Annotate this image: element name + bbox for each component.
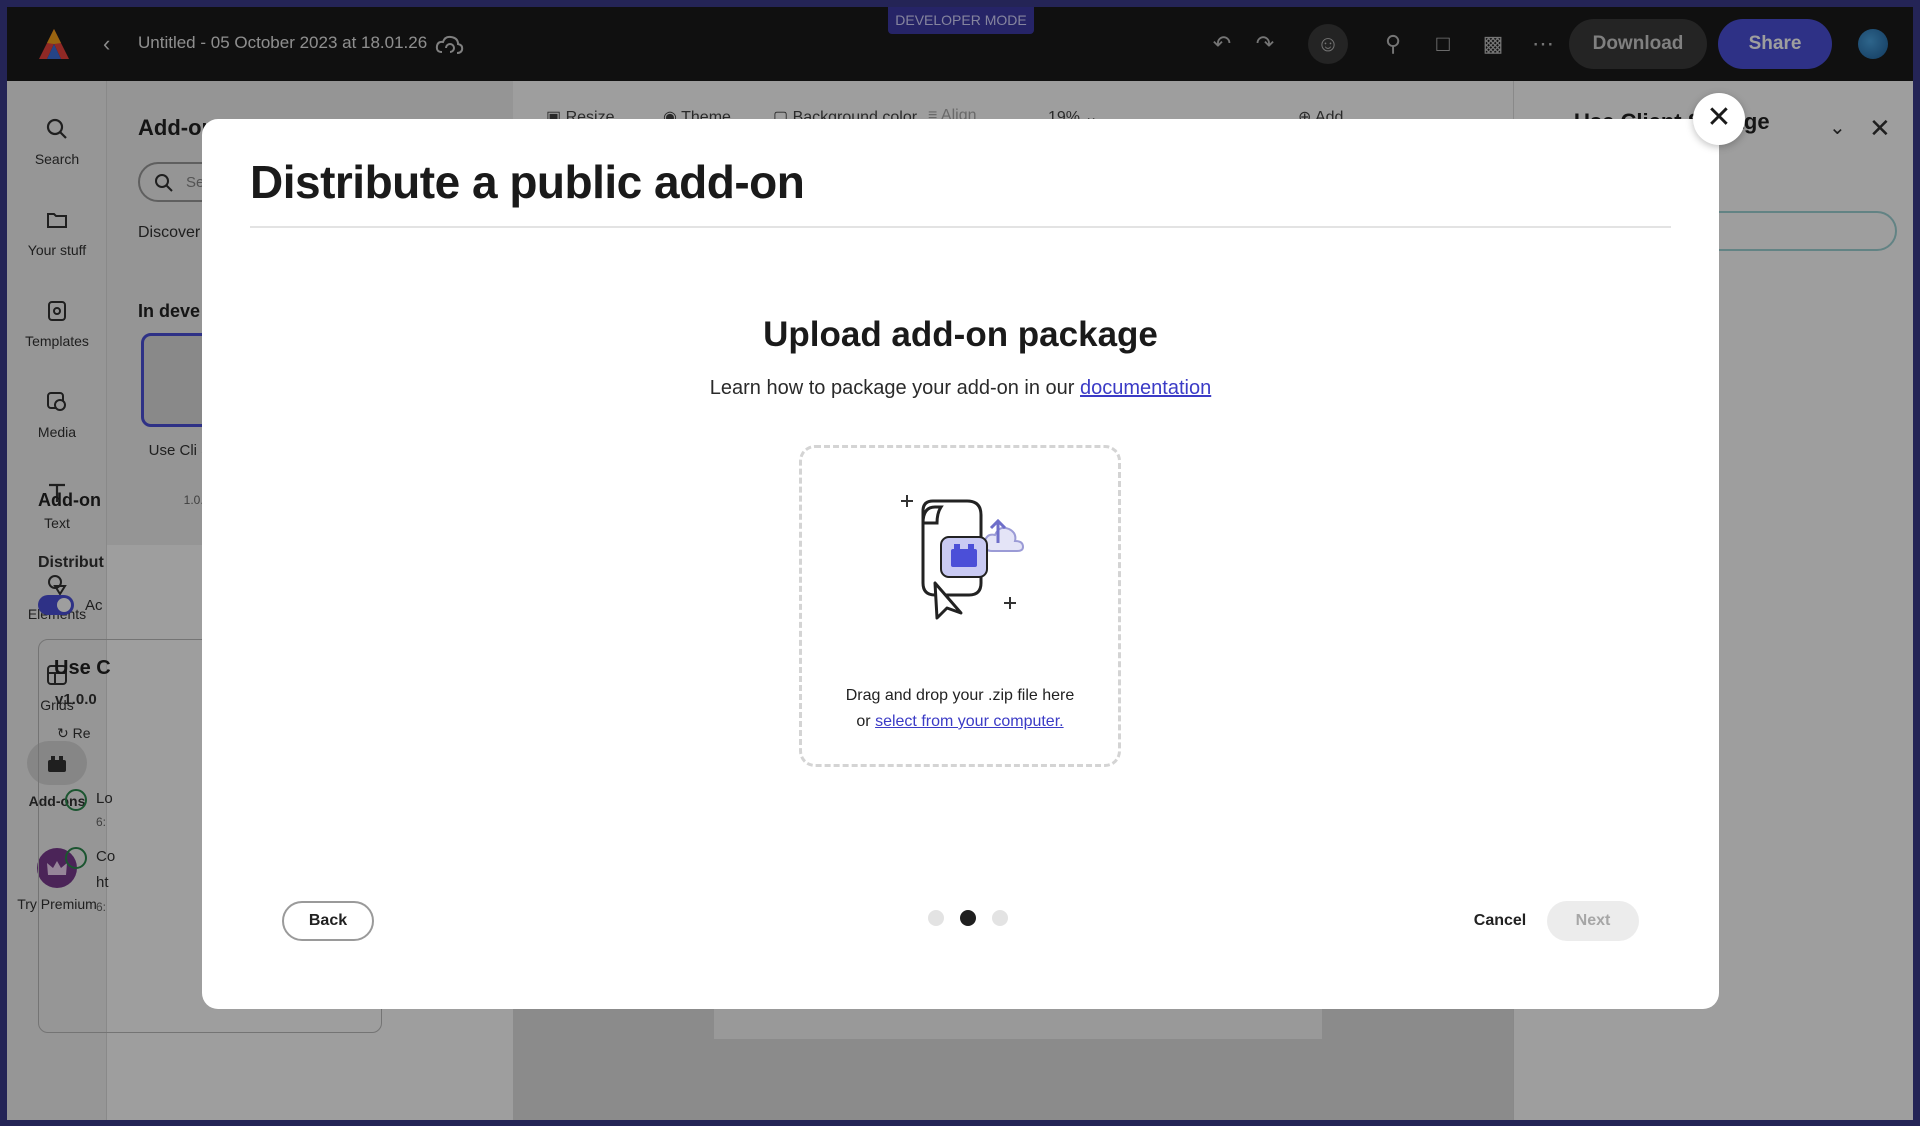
- upload-subtitle: Learn how to package your add-on in our …: [202, 377, 1719, 400]
- dropzone-line-2: or select from your computer.: [802, 709, 1118, 735]
- step-dot-3: [992, 910, 1008, 926]
- upload-package-icon: [901, 495, 1025, 620]
- step-dot-2: [960, 910, 976, 926]
- dropzone-line-1: Drag and drop your .zip file here: [845, 687, 1075, 704]
- dropzone-text: Drag and drop your .zip file here or sel…: [802, 683, 1118, 735]
- divider: [250, 226, 1671, 228]
- file-dropzone[interactable]: Drag and drop your .zip file here or sel…: [799, 445, 1121, 767]
- back-button[interactable]: Back: [282, 901, 374, 941]
- dialog-title: Distribute a public add-on: [250, 156, 805, 208]
- select-file-link[interactable]: select from your computer.: [875, 713, 1064, 730]
- documentation-link[interactable]: documentation: [1080, 377, 1211, 399]
- close-icon[interactable]: ✕: [1693, 93, 1745, 145]
- dropzone-or: or: [856, 713, 876, 730]
- step-indicator: [928, 910, 1008, 928]
- next-button[interactable]: Next: [1547, 901, 1639, 941]
- distribute-dialog: Distribute a public add-on Upload add-on…: [202, 119, 1719, 1009]
- cancel-button[interactable]: Cancel: [1462, 901, 1538, 941]
- upload-subtitle-text: Learn how to package your add-on in our: [709, 377, 1081, 399]
- upload-heading: Upload add-on package: [763, 315, 1158, 354]
- step-dot-1: [928, 910, 944, 926]
